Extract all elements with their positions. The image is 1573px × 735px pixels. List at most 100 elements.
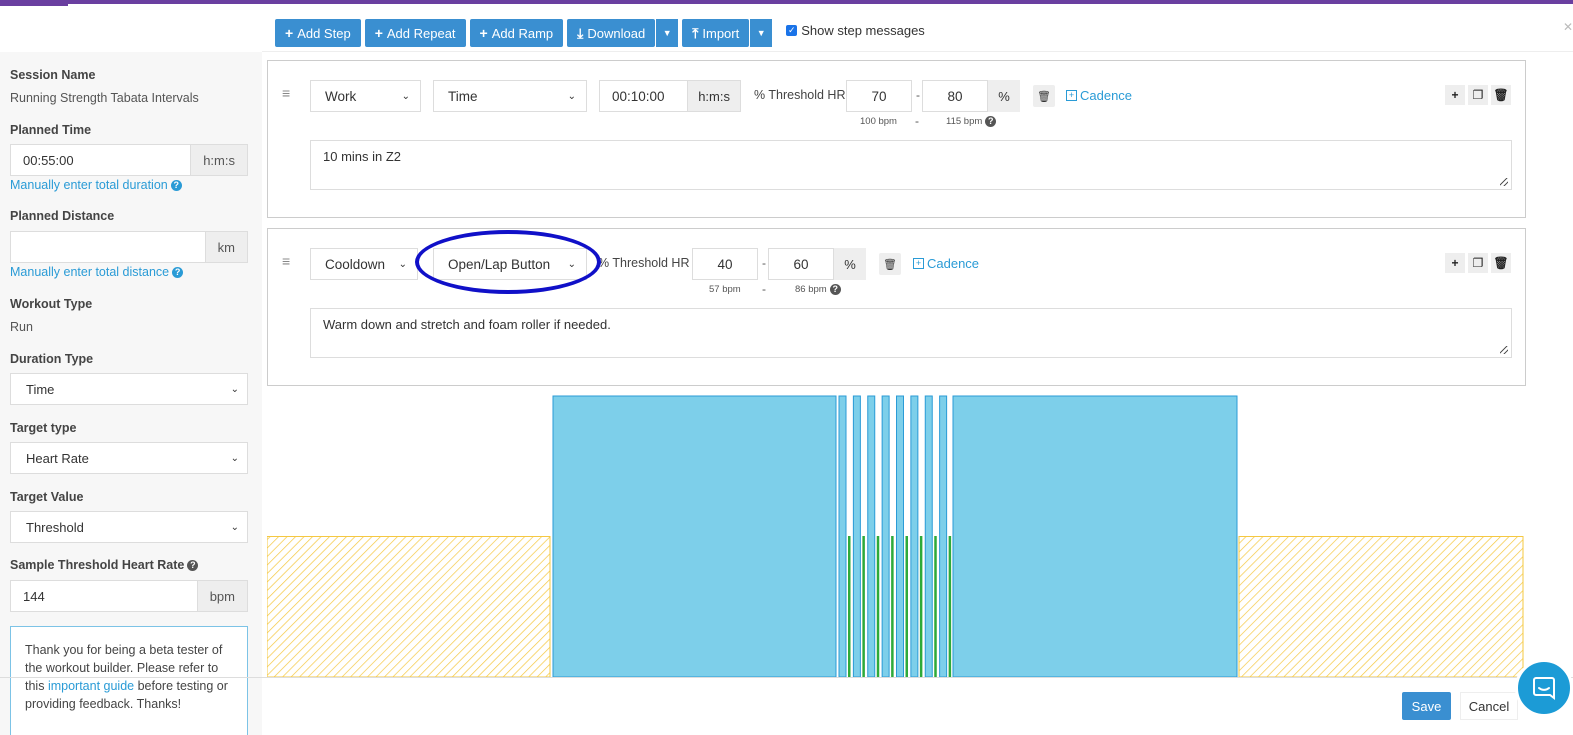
important-guide-link[interactable]: important guide	[48, 679, 134, 693]
target-low-bpm: 57 bpm	[709, 284, 741, 295]
chevron-down-icon: ⌄	[230, 452, 239, 464]
delete-step-icon[interactable]: 🗑	[1491, 85, 1511, 105]
step-message-textarea[interactable]: 10 mins in Z2	[310, 140, 1512, 190]
tabata-work-bar	[838, 395, 847, 678]
tabata-work-bar	[852, 395, 861, 678]
sample-threshold-hr-unit: bpm	[196, 581, 247, 611]
workout-type-value: Run	[10, 320, 33, 334]
planned-distance-input[interactable]	[11, 232, 205, 262]
target-low-input[interactable]: 40	[692, 248, 758, 280]
help-icon[interactable]: ?	[170, 180, 182, 192]
delete-step-icon[interactable]: 🗑	[1491, 253, 1511, 273]
duration-type-select[interactable]: Time ⌄	[433, 80, 587, 112]
add-cadence-link[interactable]: + Cadence	[913, 256, 979, 271]
duration-field[interactable]: 00:10:00 h:m:s	[599, 80, 741, 112]
planned-time-unit: h:m:s	[190, 145, 247, 175]
target-value-select[interactable]: Threshold ⌄	[10, 511, 248, 543]
chevron-down-icon: ⌄	[230, 521, 239, 533]
step-card-cooldown: ≡ Cooldown ⌄ Open/Lap Button ⌄ % Threshold…	[267, 228, 1526, 386]
duration-input[interactable]: 00:10:00	[600, 89, 687, 104]
plus-icon: +	[285, 25, 294, 41]
target-high-input[interactable]: 60	[768, 248, 834, 280]
target-low-input[interactable]: 70	[846, 80, 912, 112]
target-type-select[interactable]: Heart Rate ⌄	[10, 442, 248, 474]
save-button[interactable]: Save	[1402, 692, 1451, 720]
resize-grip-icon[interactable]	[1500, 346, 1508, 354]
step-actions: + ❐ 🗑	[1445, 85, 1511, 105]
duration-type-select[interactable]: Open/Lap Button ⌄	[433, 248, 587, 280]
download-dropdown-toggle[interactable]: ▼	[656, 19, 679, 47]
target-unit: %	[988, 80, 1020, 112]
sample-threshold-hr-input[interactable]: 144	[11, 581, 197, 611]
range-separator: -	[915, 114, 919, 128]
add-icon[interactable]: +	[1445, 85, 1465, 105]
sample-threshold-hr-field[interactable]: 144 bpm	[10, 580, 248, 612]
target-type-label: Target type	[10, 421, 77, 435]
step-actions: + ❐ 🗑	[1445, 253, 1511, 273]
planned-time-input[interactable]: 00:55:00	[11, 145, 190, 175]
add-repeat-button[interactable]: + Add Repeat	[364, 19, 466, 47]
target-value-label: Target Value	[10, 490, 84, 504]
tabata-work-bar	[867, 395, 876, 678]
help-icon[interactable]: ?	[172, 267, 184, 279]
tabata-work-bar	[924, 395, 933, 678]
drag-handle-icon[interactable]: ≡	[282, 85, 290, 101]
show-step-messages-toggle[interactable]: ✓ Show step messages	[786, 23, 925, 38]
close-icon[interactable]: ✕	[1563, 20, 1573, 34]
session-name-value[interactable]: Running Strength Tabata Intervals	[10, 91, 199, 105]
step-type-select[interactable]: Cooldown ⌄	[310, 248, 418, 280]
duration-unit: h:m:s	[687, 81, 740, 111]
delete-target-icon[interactable]: 🗑	[879, 253, 901, 275]
delete-target-icon[interactable]: 🗑	[1033, 85, 1055, 107]
step-type-select[interactable]: Work ⌄	[310, 80, 421, 112]
target-label: % Threshold HR	[598, 256, 690, 270]
add-step-button[interactable]: + Add Step	[275, 19, 361, 47]
tabata-work-bar	[896, 395, 904, 678]
chevron-down-icon: ⌄	[567, 90, 576, 102]
manual-distance-link[interactable]: Manually enter total distance?	[10, 265, 184, 279]
plus-square-icon: +	[913, 258, 924, 269]
help-icon[interactable]: ?	[829, 284, 841, 295]
planned-distance-field[interactable]: km	[10, 231, 248, 263]
planned-distance-unit: km	[204, 232, 247, 262]
target-label: % Threshold HR	[754, 88, 846, 102]
resize-grip-icon[interactable]	[1500, 178, 1508, 186]
copy-icon[interactable]: ❐	[1468, 85, 1488, 105]
cancel-button[interactable]: Cancel	[1460, 692, 1518, 720]
work-bar	[552, 395, 837, 678]
planned-time-field[interactable]: 00:55:00 h:m:s	[10, 144, 248, 176]
add-ramp-button[interactable]: + Add Ramp	[469, 19, 564, 47]
cooldown-bar	[1238, 536, 1524, 678]
help-icon[interactable]: ?	[985, 116, 997, 127]
add-icon[interactable]: +	[1445, 253, 1465, 273]
manual-duration-link[interactable]: Manually enter total duration?	[10, 178, 182, 192]
target-high-input[interactable]: 80	[922, 80, 988, 112]
download-button[interactable]: ⤓ Download	[567, 19, 656, 47]
tabata-rest-bar	[934, 536, 937, 678]
checkbox-checked-icon[interactable]: ✓	[786, 24, 798, 36]
add-cadence-link[interactable]: + Cadence	[1066, 88, 1132, 103]
workout-type-label: Workout Type	[10, 297, 93, 311]
duration-type-select[interactable]: Time ⌄	[10, 373, 248, 405]
step-card-work: ≡ Work ⌄ Time ⌄ 00:10:00 h:m:s % Threshold…	[267, 60, 1526, 218]
copy-icon[interactable]: ❐	[1468, 253, 1488, 273]
download-button-group: ⤓ Download ▼	[567, 19, 679, 47]
top-active-tab-indicator	[0, 4, 68, 6]
import-dropdown-toggle[interactable]: ▼	[750, 19, 773, 47]
header-divider	[262, 51, 1573, 52]
chat-launcher-button[interactable]	[1515, 659, 1573, 717]
help-icon[interactable]: ?	[187, 560, 199, 572]
tabata-work-bar	[881, 395, 890, 678]
target-high-bpm: 115 bpm?	[946, 116, 997, 127]
chevron-down-icon: ⌄	[398, 258, 407, 270]
import-button[interactable]: ⤒ Import	[682, 19, 750, 47]
drag-handle-icon[interactable]: ≡	[282, 253, 290, 269]
step-message-textarea[interactable]: Warm down and stretch and foam roller if…	[310, 308, 1512, 358]
tabata-rest-bar	[848, 536, 851, 678]
session-name-label: Session Name	[10, 68, 96, 82]
chevron-down-icon: ⌄	[230, 383, 239, 395]
chat-icon	[1533, 677, 1555, 700]
tabata-rest-bar	[862, 536, 865, 678]
download-icon: ⤓	[577, 24, 584, 41]
tabata-rest-bar	[919, 536, 923, 678]
